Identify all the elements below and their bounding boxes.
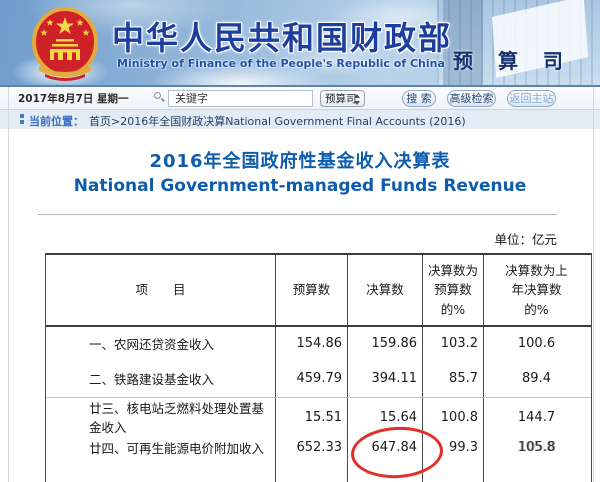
row-budget: 154.86 (276, 327, 348, 360)
search-button[interactable]: 搜 索 (402, 90, 436, 107)
header-pct-of-prev-year: 决算数为上年决算数的% (484, 255, 589, 325)
advanced-search-button[interactable]: 高级检索 (447, 90, 496, 107)
search-input[interactable] (168, 90, 313, 107)
row-budget: 652.33 (276, 431, 348, 464)
table-row: 廿四、可再生能源电价附加收入 652.33 647.84 99.3 105.8 (46, 431, 591, 464)
data-table: 项 目 预算数 决算数 决算数为预算数的% 决算数为上年决算数的% 一、农网还贷… (45, 253, 592, 482)
return-main-site-button[interactable]: 返回主站 (507, 90, 556, 107)
page-title-en: National Government-managed Funds Revenu… (0, 176, 600, 196)
header-pct-of-budget: 决算数为预算数的% (423, 255, 484, 325)
breadcrumb-bullet-icon (20, 114, 24, 125)
breadcrumb-path[interactable]: 首页>2016年全国财政决算National Government Final … (89, 113, 466, 129)
select-stepper-icon (354, 93, 361, 106)
table-header-row: 项 目 预算数 决算数 决算数为预算数的% 决算数为上年决算数的% (46, 255, 591, 327)
row-pct-prev: 105.8 (484, 431, 589, 464)
page-title-cn: 2016年全国政府性基金收入决算表 (0, 147, 600, 173)
table-row: 一、农网还贷资金收入 154.86 159.86 103.2 100.6 (46, 327, 591, 360)
unit-label: 单位：亿元 (494, 229, 557, 248)
page: 预 算 司 中华人民共和国财政部 Ministry of Finance of … (0, 0, 600, 482)
row-item: 一、农网还贷资金收入 (46, 327, 276, 360)
row-budget: 459.79 (276, 360, 348, 397)
row-pct-budget: 103.2 (423, 327, 484, 360)
banner-building-art: 预 算 司 (437, 0, 600, 85)
header-item: 项 目 (46, 255, 276, 325)
row-pct-budget: 85.7 (423, 360, 484, 397)
toolbar: 2017年8月7日 星期一 预算司 搜 索 高级检索 返回主站 (0, 87, 600, 110)
national-emblem-icon (31, 6, 99, 82)
table-row: 二、铁路建设基金收入 459.79 394.11 85.7 89.4 (46, 360, 591, 398)
row-item: 廿四、可再生能源电价附加收入 (46, 431, 276, 464)
header-banner: 预 算 司 中华人民共和国财政部 Ministry of Finance of … (0, 0, 600, 87)
scope-select[interactable]: 预算司 (320, 90, 365, 107)
divider (38, 214, 557, 215)
row-item: 二、铁路建设基金收入 (46, 360, 276, 397)
breadcrumb: 当前位置： 首页>2016年全国财政决算National Government … (0, 110, 600, 129)
row-pct-prev: 100.6 (484, 327, 589, 360)
table-row-cutoff (46, 464, 591, 482)
search-icon (154, 92, 166, 104)
breadcrumb-label: 当前位置： (29, 113, 84, 129)
header-budget: 预算数 (276, 255, 348, 325)
ministry-title-cn: 中华人民共和国财政部 (112, 13, 452, 59)
scope-select-value: 预算司 (325, 91, 357, 106)
row-final: 159.86 (348, 327, 423, 360)
date-text: 2017年8月7日 星期一 (18, 91, 129, 106)
header-final: 决算数 (348, 255, 423, 325)
ministry-title-en: Ministry of Finance of the People's Repu… (117, 57, 445, 70)
row-final: 394.11 (348, 360, 423, 397)
table-row: 廿三、核电站乏燃料处理处置基金收入 15.51 15.64 100.8 144.… (46, 398, 591, 431)
row-pct-prev: 89.4 (484, 360, 589, 397)
department-title: 预 算 司 (453, 45, 572, 74)
